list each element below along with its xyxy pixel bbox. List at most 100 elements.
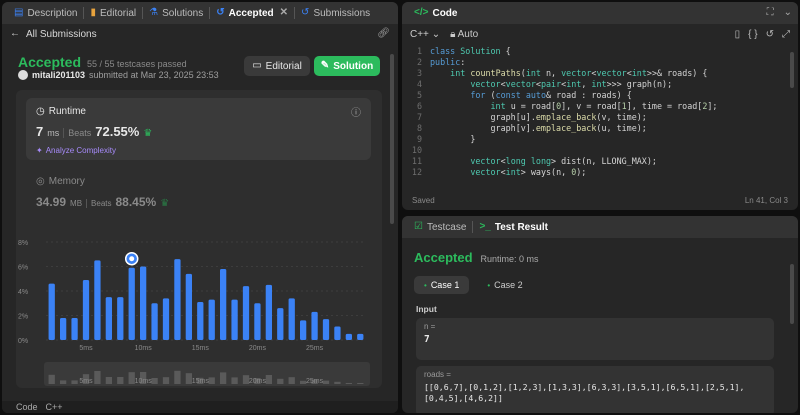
minimize-icon[interactable]: ⌄ (784, 8, 792, 18)
line-number: 6 (416, 101, 422, 111)
input-label: Input (416, 304, 437, 314)
scrollbar[interactable] (390, 54, 394, 224)
chart-bar[interactable] (174, 259, 181, 340)
link-icon[interactable]: 🔗︎ (377, 29, 390, 39)
overview-bar (322, 380, 330, 384)
chart-bar[interactable] (208, 299, 215, 340)
code-editor[interactable]: 1 class Solution {2 public: 3 int countPath… (402, 46, 798, 186)
username[interactable]: mitali201103 (32, 70, 85, 80)
tab-editorial[interactable]: ▮ Editorial (84, 2, 142, 24)
line-number: 8 (416, 123, 422, 133)
chart-bar[interactable] (277, 308, 284, 340)
chart-bar[interactable] (220, 268, 227, 340)
user-marker-icon (129, 256, 135, 262)
runtime-number: 7 (36, 124, 44, 139)
overview-bar (48, 374, 55, 384)
chart-bar[interactable] (357, 333, 364, 340)
close-icon[interactable]: ✕ (280, 8, 288, 18)
overview-bar (265, 375, 272, 384)
runtime-card[interactable]: ◷ Runtime ⓘ 7 ms Beats 72.55% ♛ ✦ Analyz… (26, 98, 371, 160)
var-name: roads = (424, 370, 451, 379)
tab-testcase[interactable]: ☑ Testcase (408, 216, 472, 238)
chart-bar[interactable] (231, 299, 238, 340)
info-icon[interactable]: ⓘ (351, 104, 361, 119)
back-link[interactable]: ← All Submissions (10, 29, 97, 40)
chart-bar[interactable] (162, 298, 170, 340)
code-line[interactable]: 4 vector<vector<pair<int, int>>> graph(n… (402, 79, 798, 90)
chart-bar[interactable] (117, 297, 124, 340)
chart-bar[interactable] (334, 326, 341, 340)
tab-code[interactable]: </> Code (408, 2, 463, 24)
editorial-button[interactable]: ▭ Editorial (244, 56, 310, 76)
saved-status: Saved (412, 196, 435, 205)
code-line[interactable]: 9 } (402, 134, 798, 145)
fullscreen-icon[interactable]: ⤢ (782, 29, 790, 40)
code-line-text: public: (430, 57, 466, 67)
code-line[interactable]: 2 public: (402, 57, 798, 68)
tab-test-result[interactable]: >_ Test Result (473, 216, 554, 238)
footer-code-label: Code (16, 402, 38, 412)
chart-bar[interactable] (254, 303, 261, 340)
chart-bar[interactable] (140, 266, 147, 341)
memory-number: 34.99 (36, 195, 67, 209)
expand-icon[interactable]: ⛶ (767, 8, 774, 18)
case-tab-1[interactable]: • Case 1 (414, 276, 470, 294)
testcases-count: 55 / 55 testcases passed (87, 59, 187, 69)
tab-submissions[interactable]: ↺ Submissions (295, 2, 376, 24)
analyze-complexity-link[interactable]: ✦ Analyze Complexity (36, 146, 116, 155)
line-number: 3 (416, 68, 422, 78)
code-toolbar-right: ▯ { } ↺ ⤢ (735, 29, 790, 40)
chart-bar[interactable] (94, 260, 101, 340)
chart-bar[interactable] (265, 284, 272, 340)
tab-solutions[interactable]: ⚗ Solutions (143, 2, 209, 24)
chart-bar[interactable] (322, 319, 330, 340)
code-line[interactable]: 7 graph[u].emplace_back(v, time); (402, 112, 798, 123)
bookmark-icon[interactable]: ▯ (735, 29, 741, 40)
chart-bar[interactable] (60, 317, 67, 340)
chart-bar[interactable] (128, 267, 135, 340)
scrollbar[interactable] (790, 264, 794, 324)
chart-bar[interactable] (48, 283, 55, 340)
memory-beats-pct: 88.45% (115, 195, 157, 209)
overview-bar (357, 383, 364, 384)
tab-accepted-label: Accepted (228, 7, 274, 19)
braces-icon[interactable]: { } (748, 29, 757, 40)
chart-bar[interactable] (242, 286, 250, 340)
memory-section[interactable]: ◎ Memory 34.99 MB Beats 88.45% ♛ (36, 176, 169, 209)
language-select[interactable]: C++ ⌄ (410, 29, 440, 40)
submission-panel: ▤ Description ▮ Editorial ⚗ Solutions ↺ … (2, 2, 398, 413)
chart-bar[interactable] (151, 303, 158, 340)
chart-bar[interactable] (288, 298, 295, 340)
history-icon: ↺ (301, 7, 310, 18)
avatar[interactable] (18, 70, 28, 80)
runtime-distribution-chart[interactable]: 8% 6% 4% 2% 0% 5ms 10ms 15ms 20ms 25ms 5ms 10ms 15ms… (16, 230, 376, 390)
chart-bar[interactable] (71, 317, 78, 340)
tab-accepted[interactable]: ↺ Accepted ✕ (210, 2, 294, 24)
result-runtime: Runtime: 0 ms (480, 254, 539, 264)
chart-bar[interactable] (197, 302, 204, 340)
tab-description[interactable]: ▤ Description (8, 2, 83, 24)
chart-bar[interactable] (345, 333, 352, 340)
auto-mode[interactable]: 🔒︎ Auto (450, 29, 478, 40)
line-number: 12 (411, 167, 422, 177)
var-value: 7 (424, 334, 430, 345)
code-line[interactable]: 5 for (const auto& road : roads) { (402, 90, 798, 101)
chart-bar[interactable] (300, 320, 307, 340)
code-line[interactable]: 6 int u = road[0], v = road[1], time = r… (402, 101, 798, 112)
code-line[interactable]: 1 class Solution { (402, 46, 798, 57)
chart-bar[interactable] (185, 273, 192, 340)
chart-bar[interactable] (82, 279, 90, 340)
solution-button[interactable]: ✎ Solution (314, 56, 380, 76)
code-line[interactable]: 11 vector<long long> dist(n, LLONG_MAX); (402, 156, 798, 167)
case-tab-2[interactable]: • Case 2 (477, 276, 532, 294)
code-line[interactable]: 8 graph[v].emplace_back(u, time); (402, 123, 798, 134)
chart-bar[interactable] (311, 311, 318, 340)
scrollbar[interactable] (790, 52, 794, 88)
tab-result-label: Test Result (494, 221, 549, 233)
code-line[interactable]: 10 (402, 145, 798, 156)
chart-bar[interactable] (105, 297, 112, 340)
code-line[interactable]: 12 vector<int> ways(n, 0); (402, 167, 798, 178)
undo-icon[interactable]: ↺ (766, 29, 774, 40)
code-line[interactable]: 3 int countPaths(int n, vector<vector<in… (402, 68, 798, 79)
code-line-text: graph[u].emplace_back(v, time); (430, 112, 647, 122)
